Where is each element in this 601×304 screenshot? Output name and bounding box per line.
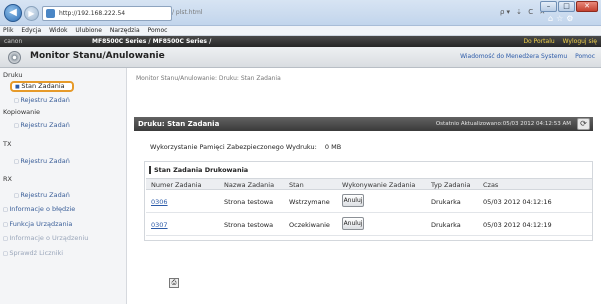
header-links: Wiadomość do Menedżera Systemu Pomoc	[454, 53, 595, 60]
monitor-icon	[8, 51, 21, 64]
main-content: Monitor Stanu/Anulowanie: Druku: Stan Za…	[128, 68, 601, 304]
menu-item-tools[interactable]: Narzędzia	[110, 27, 140, 34]
back-arrow-icon[interactable]: ◀	[4, 4, 22, 22]
cancel-button[interactable]: Anuluj	[342, 194, 364, 207]
browser-titlebar: ◀ ▶ http://192.168.222.54 / plst.html ρ▾…	[0, 0, 601, 26]
menu-item-file[interactable]: Plik	[3, 27, 13, 34]
refresh-icon[interactable]: ⟳	[577, 118, 590, 130]
panel-title: Stan Zadania Drukowania	[149, 166, 248, 174]
address-url: http://192.168.222.54	[59, 10, 126, 17]
sidebar-item-rx-log[interactable]: Rejestru Zadań	[14, 191, 70, 199]
job-status: Oczekiwanie	[289, 221, 330, 229]
forward-arrow-icon[interactable]: ▶	[24, 6, 39, 21]
page-title: Monitor Stanu/Anulowanie	[30, 51, 165, 61]
menu-item-view[interactable]: Widok	[49, 27, 67, 34]
column-header-time: Czas	[483, 181, 499, 189]
table-row: 0307 Strona testowa Oczekiwanie Anuluj D…	[146, 214, 592, 236]
menu-item-favorites[interactable]: Ulubione	[75, 27, 102, 34]
print-job-panel: Stan Zadania Drukowania Numer Zadania Na…	[144, 161, 593, 241]
page-header: Monitor Stanu/Anulowanie Wiadomość do Me…	[0, 47, 601, 68]
print-page-icon[interactable]: ⎙	[169, 278, 179, 288]
column-header-job-type: Typ Zadania	[431, 181, 471, 189]
sidebar-item-job-status[interactable]: Stan Zadania	[10, 81, 74, 92]
sidebar: Druku Stan Zadania Rejestru Zadań Kopiow…	[0, 68, 127, 304]
sidebar-item-copy-log[interactable]: Rejestru Zadań	[14, 121, 70, 129]
job-number-link[interactable]: 0307	[151, 221, 168, 229]
site-icon	[46, 9, 55, 18]
table-header: Numer Zadania Nazwa Zadania Stan Wykonyw…	[146, 178, 592, 190]
column-header-job-name: Nazwa Zadania	[224, 181, 275, 189]
brand-logo: canon	[4, 38, 23, 45]
secure-print-memory: Wykorzystanie Pamięci Zabezpieczonego Wy…	[150, 143, 341, 151]
close-icon[interactable]: ✕	[576, 1, 598, 12]
sidebar-item-counters[interactable]: Sprawdź Liczniki	[3, 249, 63, 257]
table-row: 0306 Strona testowa Wstrzymane Anuluj Dr…	[146, 191, 592, 213]
section-title: Druku: Stan Zadania	[138, 120, 220, 128]
brand-bar: canon MF8500C Series / MF8500C Series / …	[0, 36, 601, 47]
device-model: MF8500C Series / MF8500C Series /	[92, 38, 212, 45]
section-title-bar: Druku: Stan Zadania Ostatnio Aktualizowa…	[134, 117, 593, 131]
job-type: Drukarka	[431, 221, 461, 229]
sidebar-item-error-info[interactable]: Informacje o błędzie	[3, 205, 75, 213]
browser-toolbar-icons[interactable]: ⌂☆⚙	[548, 14, 576, 23]
logout-link[interactable]: Wyloguj się	[563, 38, 597, 45]
sidebar-item-print-log[interactable]: Rejestru Zadań	[14, 96, 70, 104]
minimize-icon[interactable]: –	[540, 1, 557, 12]
window-controls: – □ ✕	[540, 1, 598, 12]
job-time: 05/03 2012 04:12:16	[483, 198, 552, 206]
admin-message-link[interactable]: Wiadomość do Menedżera Systemu	[460, 53, 567, 60]
job-number-link[interactable]: 0306	[151, 198, 168, 206]
address-bar[interactable]: http://192.168.222.54	[42, 6, 172, 21]
job-name: Strona testowa	[224, 221, 274, 229]
brand-links: Do Portalu Wyloguj się	[517, 36, 597, 47]
job-time: 05/03 2012 04:12:19	[483, 221, 552, 229]
sidebar-group-print: Druku	[3, 71, 23, 79]
job-status: Wstrzymane	[289, 198, 330, 206]
menu-item-edit[interactable]: Edycja	[21, 27, 41, 34]
job-type: Drukarka	[431, 198, 461, 206]
menu-item-help[interactable]: Pomoc	[148, 27, 168, 34]
help-link[interactable]: Pomoc	[575, 53, 595, 60]
job-name: Strona testowa	[224, 198, 274, 206]
portal-link[interactable]: Do Portalu	[523, 38, 554, 45]
sidebar-item-device-function[interactable]: Funkcja Urządzania	[3, 220, 72, 228]
menu-bar: Plik Edycja Widok Ulubione Narzędzia Pom…	[0, 26, 601, 36]
memory-value: 0 MB	[324, 143, 342, 151]
sidebar-item-tx-log[interactable]: Rejestru Zadań	[14, 157, 70, 165]
cancel-button[interactable]: Anuluj	[342, 217, 364, 230]
address-suffix: / plst.html	[172, 9, 203, 16]
memory-label: Wykorzystanie Pamięci Zabezpieczonego Wy…	[150, 143, 317, 151]
column-header-execution: Wykonywanie Zadania	[342, 181, 416, 189]
sidebar-item-device-info[interactable]: Informacje o Urządzeniu	[3, 234, 88, 242]
column-header-status: Stan	[289, 181, 304, 189]
breadcrumb: Monitor Stanu/Anulowanie: Druku: Stan Za…	[136, 75, 281, 82]
sidebar-group-copy: Kopiowanie	[3, 108, 41, 116]
maximize-icon[interactable]: □	[558, 1, 575, 12]
last-updated: Ostatnio Aktualizowano:05/03 2012 04:12:…	[435, 121, 571, 127]
sidebar-group-rx: RX	[3, 175, 12, 183]
column-header-job-number: Numer Zadania	[151, 181, 202, 189]
sidebar-group-tx: TX	[3, 140, 12, 148]
